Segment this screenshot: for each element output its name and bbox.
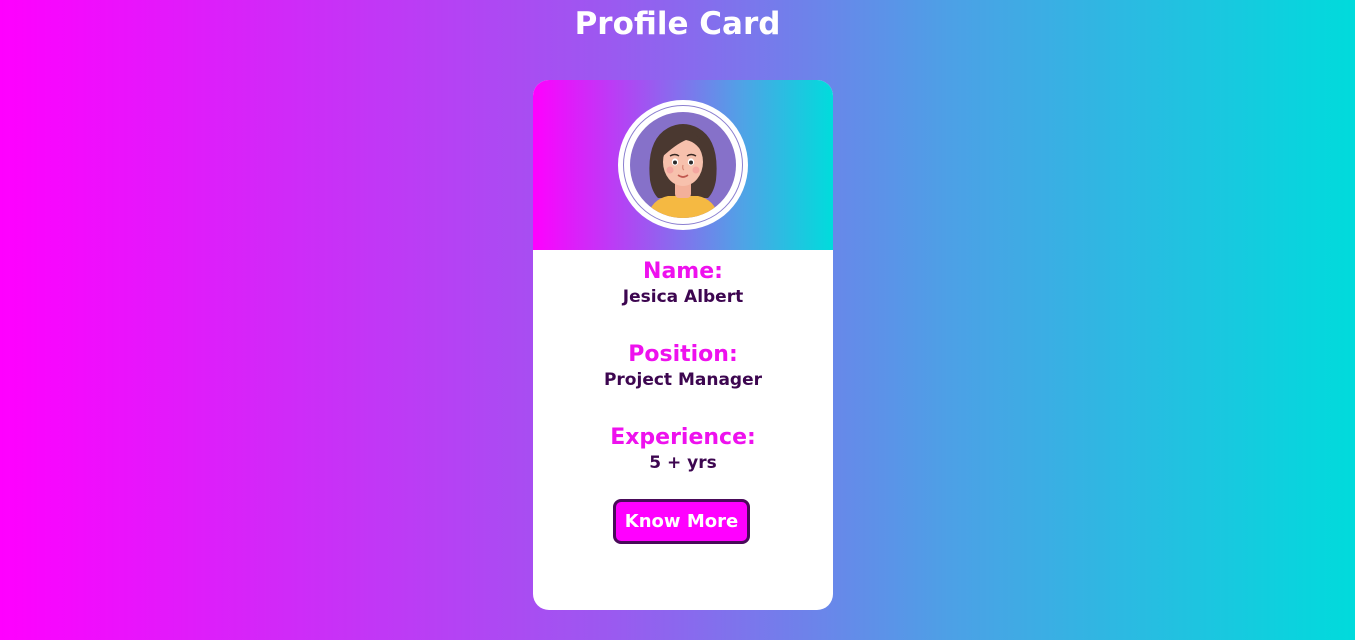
position-field: Position: Project Manager: [533, 341, 833, 391]
name-label: Name:: [643, 259, 723, 284]
position-label: Position:: [628, 342, 738, 367]
profile-card: Name: Jesica Albert Position: Project Ma…: [533, 80, 833, 610]
avatar: [618, 100, 748, 230]
position-value: Project Manager: [603, 370, 763, 390]
experience-label: Experience:: [610, 425, 756, 450]
name-field: Name: Jesica Albert: [533, 258, 833, 308]
woman-avatar-icon: [630, 112, 736, 218]
name-value: Jesica Albert: [622, 287, 744, 307]
avatar-ring: [623, 105, 743, 225]
card-header: [533, 80, 833, 250]
page-title: Profile Card: [574, 6, 781, 42]
experience-value: 5 + yrs: [649, 453, 717, 473]
experience-field: Experience: 5 + yrs: [533, 424, 833, 474]
know-more-button[interactable]: Know More: [613, 499, 750, 544]
